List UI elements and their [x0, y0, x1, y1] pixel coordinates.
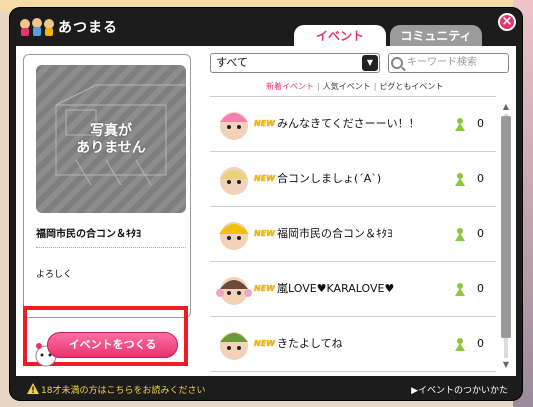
create-event-button[interactable]: イベントをつくる [47, 332, 178, 358]
list-item[interactable]: NEW みんなきてくださーーい！！ 0 [210, 97, 496, 152]
event-name: 福岡市民の合コン＆ｷﾀﾖ [36, 229, 141, 240]
new-badge: NEW [254, 229, 275, 238]
event-title[interactable]: 福岡市民の合コン＆ｷﾀﾖ [277, 225, 393, 241]
app-logo-icon [20, 18, 54, 36]
app-title: あつまる [58, 20, 118, 36]
chevron-down-icon[interactable]: ▼ [362, 55, 378, 71]
people-icon [455, 118, 465, 131]
people-icon [455, 338, 465, 351]
participant-count: 0 [477, 227, 484, 240]
list-item[interactable]: NEW きたよしてね 0 [210, 317, 496, 372]
warning-icon [27, 383, 39, 394]
new-badge: NEW [254, 284, 275, 293]
filter-separator: | [317, 82, 320, 91]
event-filter-tabs: 新着イベント | 人気イベント | ピグともイベント [266, 81, 443, 92]
scroll-up-icon[interactable]: ▲ [500, 102, 512, 112]
event-title[interactable]: 合コンしましょ(´A`) [277, 170, 381, 186]
divider [36, 247, 186, 248]
footer: 18才未満の方はこちらをお読みください ▶イベントのつかいかた [10, 378, 522, 400]
participant-count: 0 [477, 282, 484, 295]
participant-count: 0 [477, 117, 484, 130]
how-to-link[interactable]: ▶イベントのつかいかた [411, 383, 508, 396]
avatar [219, 222, 249, 250]
close-icon[interactable]: × [498, 13, 516, 31]
scroll-thumb[interactable] [501, 116, 511, 338]
no-photo-text: 写真が ありません [36, 123, 186, 157]
participant-count: 0 [477, 337, 484, 350]
list-item[interactable]: NEW 嵐LOVE♥KARALOVE♥ 0 [210, 262, 496, 317]
list-item[interactable]: NEW 福岡市民の合コン＆ｷﾀﾖ 0 [210, 207, 496, 262]
filter-separator: | [373, 82, 377, 91]
list-item[interactable]: NEW 合コンしましょ(´A`) 0 [210, 152, 496, 207]
no-photo-line-1: 写真が [90, 123, 132, 139]
avatar [216, 277, 252, 305]
scroll-down-icon[interactable]: ▼ [500, 360, 512, 370]
new-badge: NEW [254, 119, 275, 128]
event-title[interactable]: みんなきてくださーーい！！ [277, 115, 420, 131]
filter-new-events[interactable]: 新着イベント [266, 82, 314, 91]
new-badge: NEW [254, 339, 275, 348]
avatar [220, 112, 248, 140]
people-icon [455, 228, 465, 241]
filter-popular-events[interactable]: 人気イベント [323, 82, 371, 91]
tab-community[interactable]: コミュニティ [390, 25, 482, 47]
new-badge: NEW [254, 174, 275, 183]
event-description: よろしく [36, 270, 73, 280]
event-list: NEW みんなきてくださーーい！！ 0 NEW 合コンしましょ(´A`) 0 N… [210, 96, 496, 373]
people-icon [455, 173, 465, 186]
event-title[interactable]: 嵐LOVE♥KARALOVE♥ [277, 280, 394, 296]
avatar [220, 167, 248, 195]
list-scrollbar[interactable]: ▲ ▼ [500, 102, 512, 370]
tab-event[interactable]: イベント [294, 25, 386, 47]
event-window: あつまる イベント コミュニティ × 写真が ありません 福岡市民の合コン＆ｷﾀ… [10, 8, 522, 400]
no-photo-line-2: ありません [76, 140, 146, 156]
age-warning-link[interactable]: 18才未満の方はこちらをお読みください [41, 383, 205, 396]
filter-pigu-friends-events[interactable]: ピグともイベント [379, 82, 443, 91]
content-panel: 写真が ありません 福岡市民の合コン＆ｷﾀﾖ よろしく イベントをつくる すべて… [16, 46, 516, 376]
category-select[interactable]: すべて ▼ [210, 53, 380, 73]
event-photo-placeholder: 写真が ありません [36, 65, 186, 213]
category-select-value: すべて [216, 56, 248, 69]
people-icon [455, 283, 465, 296]
search-input[interactable]: キーワード検索 [388, 53, 509, 73]
event-title[interactable]: きたよしてね [277, 335, 343, 351]
event-detail-card: 写真が ありません 福岡市民の合コン＆ｷﾀﾖ よろしく [23, 54, 191, 318]
participant-count: 0 [477, 172, 484, 185]
search-icon [391, 57, 403, 69]
avatar [220, 332, 248, 360]
